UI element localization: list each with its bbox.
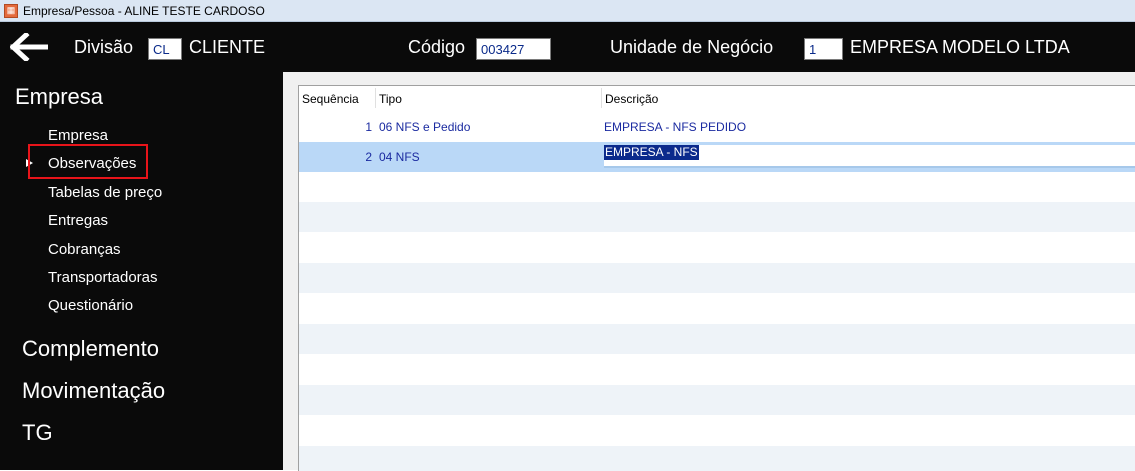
codigo-field[interactable]: 003427 xyxy=(476,38,551,60)
cell-tipo: 06 NFS e Pedido xyxy=(379,120,471,134)
column-header-tipo[interactable]: Tipo xyxy=(379,92,402,106)
main-panel: Sequência Tipo Descrição 1 06 NFS e Pedi… xyxy=(283,72,1135,471)
highlight-box xyxy=(28,144,148,179)
table-row-selected[interactable]: 2 04 NFS EMPRESA - NFS xyxy=(299,142,1135,172)
divisao-label: Divisão xyxy=(74,37,134,57)
sidebar-item-empresa[interactable]: Empresa xyxy=(48,127,108,144)
empty-row xyxy=(299,446,1135,471)
codigo-label: Código xyxy=(408,37,466,57)
empty-row xyxy=(299,263,1135,293)
cell-sequencia: 1 xyxy=(365,120,372,134)
section-movimentacao[interactable]: Movimentação xyxy=(22,378,165,404)
empty-row xyxy=(299,415,1135,445)
column-separator[interactable] xyxy=(601,88,602,108)
selected-text: EMPRESA - NFS xyxy=(604,145,699,160)
cell-tipo: 04 NFS xyxy=(379,150,420,164)
sidebar-item-transportadoras[interactable]: Transportadoras xyxy=(48,269,158,286)
observacoes-grid: Sequência Tipo Descrição 1 06 NFS e Pedi… xyxy=(298,85,1135,471)
section-complemento[interactable]: Complemento xyxy=(22,336,159,362)
app-icon: ▦ xyxy=(4,3,18,18)
empty-row xyxy=(299,232,1135,262)
unidade-negocio-label: Unidade de Negócio xyxy=(610,37,774,57)
empty-row xyxy=(299,324,1135,354)
empty-row xyxy=(299,293,1135,323)
cell-descricao: EMPRESA - NFS PEDIDO xyxy=(604,120,747,134)
sidebar-item-entregas[interactable]: Entregas xyxy=(48,212,108,229)
column-separator[interactable] xyxy=(375,88,376,108)
cell-descricao-editor[interactable]: EMPRESA - NFS xyxy=(604,145,1135,168)
empty-row xyxy=(299,202,1135,232)
grid-header: Sequência Tipo Descrição xyxy=(299,86,1135,110)
column-header-descricao[interactable]: Descrição xyxy=(605,92,658,106)
unidade-name: EMPRESA MODELO LTDA xyxy=(850,37,1070,57)
section-empresa[interactable]: Empresa xyxy=(15,84,103,110)
section-tg[interactable]: TG xyxy=(22,420,53,446)
empty-row xyxy=(299,172,1135,202)
record-header: Divisão CL CLIENTE Código 003427 Unidade… xyxy=(0,22,1135,72)
empty-row xyxy=(299,354,1135,384)
empty-row xyxy=(299,385,1135,415)
sidebar-item-tabelas-de-preco[interactable]: Tabelas de preço xyxy=(48,184,162,201)
divisao-name: CLIENTE xyxy=(189,37,266,57)
cell-sequencia: 2 xyxy=(365,150,372,164)
divisao-code-field[interactable]: CL xyxy=(148,38,182,60)
column-header-sequencia[interactable]: Sequência xyxy=(302,92,359,106)
sidebar-item-cobrancas[interactable]: Cobranças xyxy=(48,241,121,258)
sidebar-item-questionario[interactable]: Questionário xyxy=(48,297,133,314)
window-title: Empresa/Pessoa - ALINE TESTE CARDOSO xyxy=(23,3,265,18)
table-row[interactable]: 1 06 NFS e Pedido EMPRESA - NFS PEDIDO xyxy=(299,112,1135,142)
sidebar: Empresa Empresa Observações Tabelas de p… xyxy=(0,72,283,470)
unidade-code-field[interactable]: 1 xyxy=(804,38,843,60)
back-arrow-icon[interactable] xyxy=(10,33,48,61)
window-title-bar: ▦ Empresa/Pessoa - ALINE TESTE CARDOSO xyxy=(0,0,1135,22)
